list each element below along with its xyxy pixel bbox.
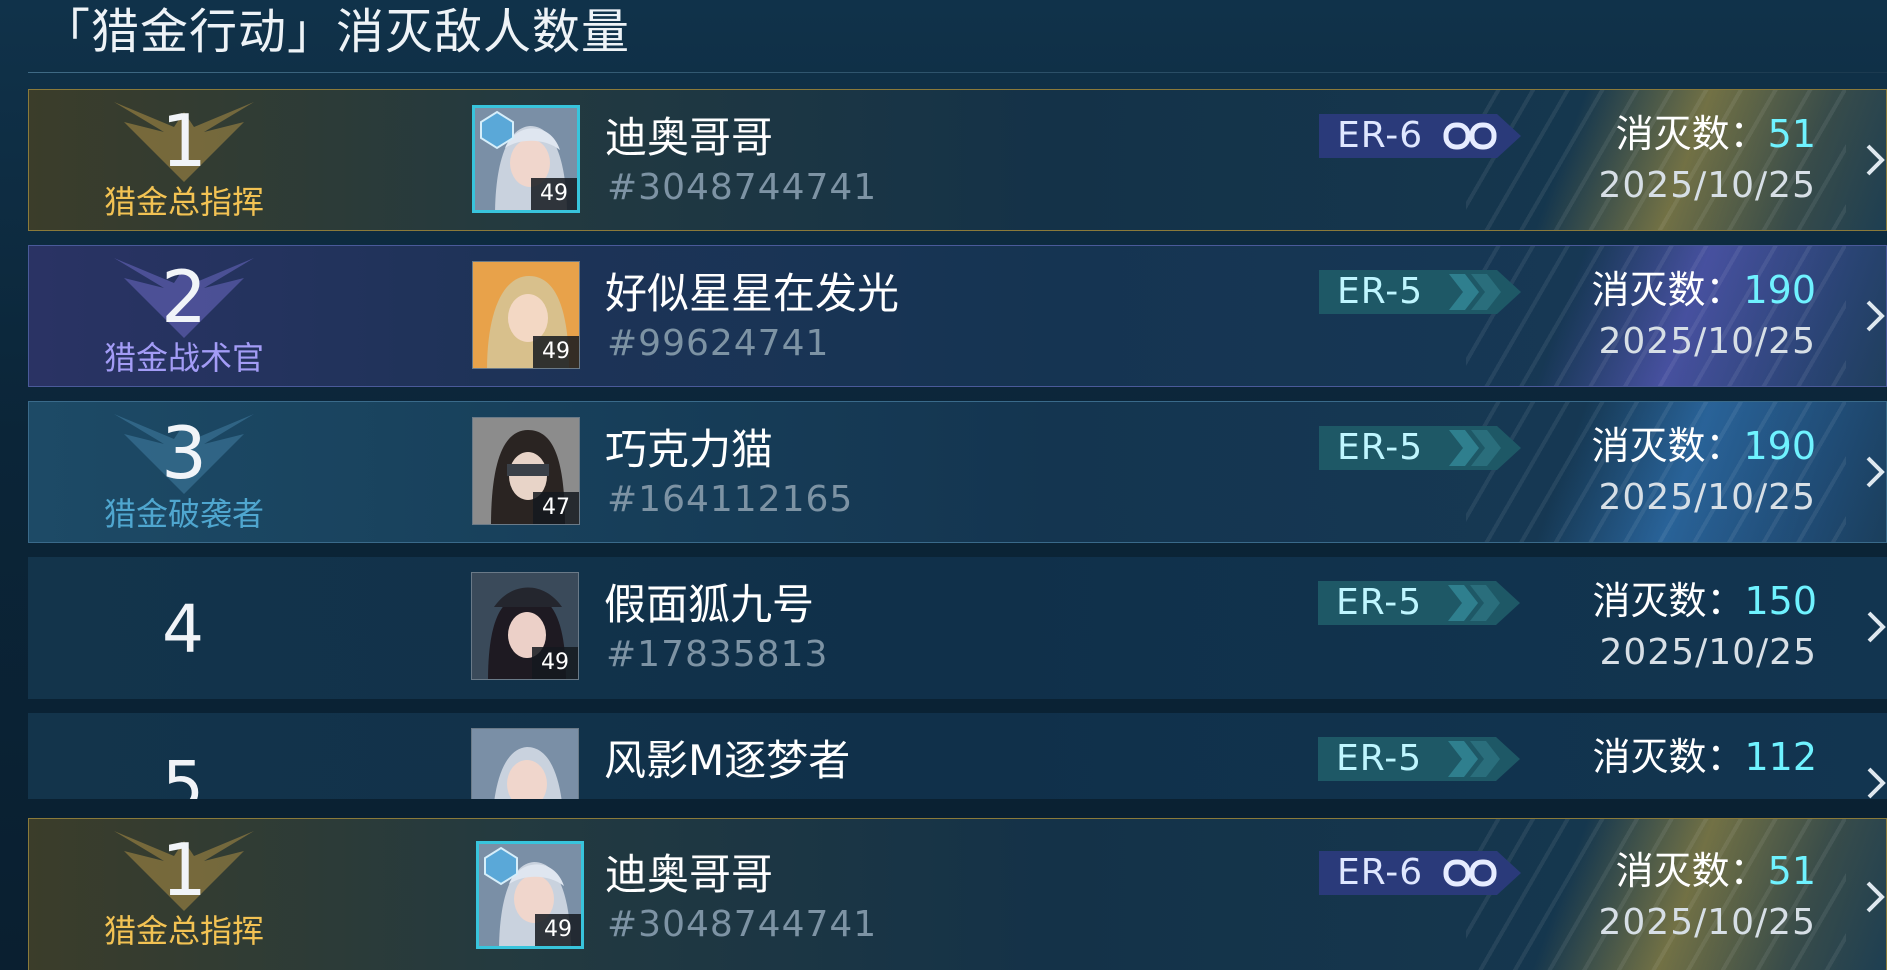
record-date: 2025/10/25 (1598, 165, 1816, 206)
chevron-right-icon[interactable] (1864, 452, 1886, 492)
chevron-right-icon[interactable] (1864, 140, 1886, 180)
record-date: 2025/10/25 (1598, 321, 1816, 362)
rank-number: 2 (161, 255, 207, 339)
player-name: 假面狐九号 (604, 580, 815, 629)
title-divider (28, 72, 1887, 73)
kill-count-label: 消灭数： (1592, 579, 1745, 623)
tier-label: ER-5 (1336, 582, 1423, 623)
player-id: #3048744741 (607, 167, 878, 208)
level-badge: 49 (533, 336, 579, 368)
kill-count: 消灭数：51 (1616, 847, 1816, 895)
tier-label: ER-5 (1337, 427, 1424, 468)
kill-count-value: 190 (1743, 424, 1816, 468)
rank-number: 1 (161, 99, 207, 183)
avatar[interactable]: 49 (471, 572, 579, 680)
rank-box: 3 猎金破袭者 (29, 402, 339, 542)
kill-count-label: 消灭数： (1591, 424, 1744, 468)
level-badge: 49 (532, 647, 578, 679)
leaderboard-row-4[interactable]: 4 49 假面狐九号 #17835813 ER-5 消灭数：150 2025/1… (28, 557, 1887, 699)
player-name: 迪奥哥哥 (605, 113, 774, 162)
avatar[interactable]: 49 (472, 261, 580, 369)
page-title: 「猎金行动」消灭敌人数量 (42, 4, 631, 60)
infinity-icon (1443, 859, 1497, 887)
rank-title: 猎金总指挥 (103, 912, 264, 950)
kill-count-label: 消灭数： (1591, 268, 1744, 312)
chevron-right-icon[interactable] (1865, 763, 1887, 799)
rank-box: 1 猎金总指挥 (29, 819, 339, 970)
tier-label: ER-5 (1337, 271, 1424, 312)
kill-count: 消灭数：190 (1591, 422, 1816, 470)
rank-box: 2 猎金战术官 (29, 246, 339, 386)
avatar[interactable]: 49 (476, 841, 584, 949)
level-badge: 47 (533, 492, 579, 524)
kill-count: 消灭数：112 (1592, 733, 1817, 781)
avatar[interactable]: 49 (472, 105, 580, 213)
chevron-right-icon[interactable] (1864, 296, 1886, 336)
record-date: 2025/10/25 (1598, 477, 1816, 518)
rank-number: 5 (162, 747, 204, 799)
my-rank-row[interactable]: 1 猎金总指挥 49 迪奥哥哥 #3048744741 ER-6 消灭数：51 … (28, 818, 1887, 970)
player-id: #3048744741 (607, 904, 878, 945)
leaderboard-list[interactable]: 1 猎金总指挥 49 迪奥哥哥 #3048744741 ER-6 消灭数：51 … (0, 89, 1887, 799)
kill-count-value: 51 (1767, 112, 1816, 156)
rank-number: 4 (162, 591, 204, 668)
player-id: #99624741 (607, 323, 830, 364)
tier-label: ER-6 (1337, 115, 1424, 156)
avatar[interactable] (471, 728, 579, 799)
kill-count: 消灭数：51 (1616, 110, 1816, 158)
kill-count-value: 190 (1743, 268, 1816, 312)
avatar[interactable]: 47 (472, 417, 580, 525)
kill-count: 消灭数：190 (1591, 266, 1816, 314)
kill-count-label: 消灭数： (1615, 112, 1768, 156)
leaderboard-row-3[interactable]: 3 猎金破袭者 47 巧克力猫 #164112165 ER-5 消灭数：190 (28, 401, 1887, 543)
leaderboard-row-2[interactable]: 2 猎金战术官 49 好似星星在发光 #99624741 ER-5 消灭数：19… (28, 245, 1887, 387)
kill-count-value: 150 (1744, 579, 1817, 623)
player-name: 好似星星在发光 (605, 269, 900, 318)
rank-title: 猎金战术官 (103, 339, 264, 377)
tier-tag: ER-6 (1319, 114, 1521, 158)
infinity-icon (1443, 122, 1497, 150)
kill-count-label: 消灭数： (1615, 849, 1768, 893)
tier-label: ER-6 (1337, 852, 1424, 893)
rank-box: 4 (28, 557, 338, 699)
kill-count-value: 51 (1767, 849, 1816, 893)
tier-label: ER-5 (1336, 738, 1423, 779)
kill-count-label: 消灭数： (1592, 735, 1745, 779)
kill-count-value: 112 (1744, 735, 1817, 779)
record-date: 2025/10/25 (1599, 632, 1817, 673)
rank-badge-icon (484, 846, 518, 886)
record-date: 2025/10/25 (1598, 902, 1816, 943)
rank-title: 猎金破袭者 (103, 495, 264, 533)
level-badge: 49 (531, 178, 577, 210)
leaderboard-row-5[interactable]: 5 风影M逐梦者 ER-5 消灭数：112 (28, 713, 1887, 799)
tier-tag: ER-5 (1319, 270, 1521, 314)
level-badge: 49 (535, 914, 581, 946)
rank-badge-icon (480, 110, 514, 150)
tier-tag: ER-5 (1319, 426, 1521, 470)
kill-count: 消灭数：150 (1592, 577, 1817, 625)
rank-box: 1 猎金总指挥 (29, 90, 339, 230)
portrait-icon (472, 729, 578, 799)
tier-tag: ER-6 (1319, 851, 1521, 895)
chevron-right-icon[interactable] (1864, 877, 1886, 917)
rank-number: 3 (161, 411, 207, 495)
tier-tag: ER-5 (1318, 581, 1520, 625)
player-name: 巧克力猫 (605, 425, 774, 474)
rank-title: 猎金总指挥 (103, 183, 264, 221)
player-id: #17835813 (606, 634, 829, 675)
rank-box: 5 (28, 713, 338, 799)
leaderboard-row-1[interactable]: 1 猎金总指挥 49 迪奥哥哥 #3048744741 ER-6 消灭数：51 … (28, 89, 1887, 231)
player-name: 风影M逐梦者 (604, 736, 851, 785)
player-name: 迪奥哥哥 (605, 850, 774, 899)
tier-tag: ER-5 (1318, 737, 1520, 781)
chevron-right-icon[interactable] (1865, 607, 1887, 647)
rank-number: 1 (161, 828, 207, 912)
player-id: #164112165 (607, 479, 854, 520)
